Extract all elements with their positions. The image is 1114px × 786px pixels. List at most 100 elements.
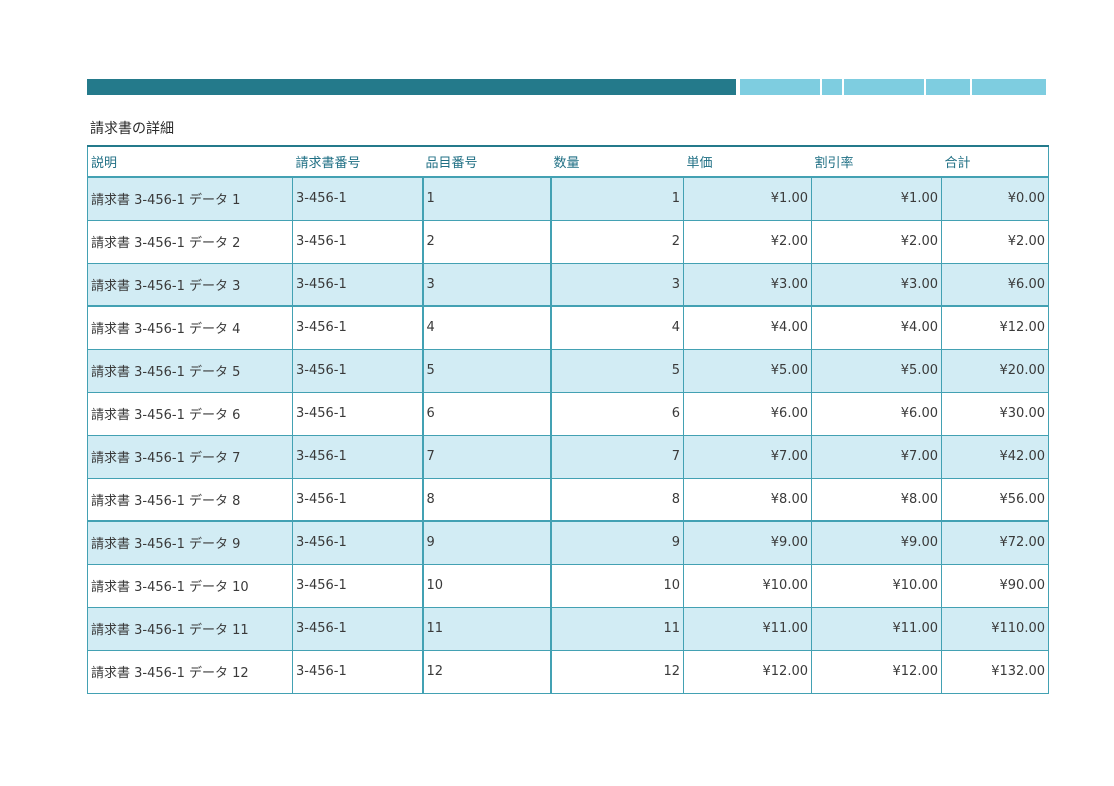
cell-invoice-number: 3-456-1 bbox=[292, 520, 423, 565]
cell-unit-price: ¥10.00 bbox=[683, 563, 812, 608]
section-title: 請求書の詳細 bbox=[90, 121, 174, 137]
table-row: 請求書 3-456-1 データ 9 3-456-1 9 9 ¥9.00 ¥9.0… bbox=[87, 520, 1049, 565]
cell-discount: ¥9.00 bbox=[811, 520, 942, 565]
header-bar-light-segment bbox=[926, 79, 970, 95]
cell-quantity: 2 bbox=[549, 219, 684, 264]
table-row: 請求書 3-456-1 データ 1 3-456-1 1 1 ¥1.00 ¥1.0… bbox=[87, 176, 1049, 221]
table-row: 請求書 3-456-1 データ 7 3-456-1 7 7 ¥7.00 ¥7.0… bbox=[87, 434, 1049, 479]
cell-item-number: 4 bbox=[421, 305, 551, 350]
cell-item-number: 2 bbox=[421, 219, 551, 264]
cell-discount: ¥5.00 bbox=[811, 348, 942, 393]
cell-discount: ¥8.00 bbox=[811, 477, 942, 522]
cell-quantity: 11 bbox=[549, 606, 684, 651]
cell-description: 請求書 3-456-1 データ 9 bbox=[87, 520, 293, 565]
cell-unit-price: ¥3.00 bbox=[683, 262, 812, 307]
table-header-row: 説明 請求書番号 品目番号 数量 単価 割引率 合計 bbox=[87, 145, 1049, 178]
cell-discount: ¥6.00 bbox=[811, 391, 942, 436]
column-header-description: 説明 bbox=[87, 145, 293, 178]
cell-discount: ¥7.00 bbox=[811, 434, 942, 479]
cell-description: 請求書 3-456-1 データ 7 bbox=[87, 434, 293, 479]
cell-total: ¥110.00 bbox=[941, 606, 1049, 651]
cell-quantity: 5 bbox=[549, 348, 684, 393]
column-header-unit-price: 単価 bbox=[683, 145, 812, 178]
table-row: 請求書 3-456-1 データ 4 3-456-1 4 4 ¥4.00 ¥4.0… bbox=[87, 305, 1049, 350]
cell-total: ¥42.00 bbox=[941, 434, 1049, 479]
cell-invoice-number: 3-456-1 bbox=[292, 348, 423, 393]
cell-invoice-number: 3-456-1 bbox=[292, 176, 423, 221]
cell-description: 請求書 3-456-1 データ 6 bbox=[87, 391, 293, 436]
cell-invoice-number: 3-456-1 bbox=[292, 391, 423, 436]
table-row: 請求書 3-456-1 データ 3 3-456-1 3 3 ¥3.00 ¥3.0… bbox=[87, 262, 1049, 307]
cell-total: ¥20.00 bbox=[941, 348, 1049, 393]
cell-description: 請求書 3-456-1 データ 10 bbox=[87, 563, 293, 608]
cell-unit-price: ¥7.00 bbox=[683, 434, 812, 479]
cell-quantity: 1 bbox=[549, 176, 684, 221]
cell-unit-price: ¥5.00 bbox=[683, 348, 812, 393]
cell-total: ¥2.00 bbox=[941, 219, 1049, 264]
cell-invoice-number: 3-456-1 bbox=[292, 649, 423, 694]
invoice-detail-table: 説明 請求書番号 品目番号 数量 単価 割引率 合計 請求書 3-456-1 デ… bbox=[87, 145, 1049, 694]
cell-item-number: 5 bbox=[421, 348, 551, 393]
cell-total: ¥0.00 bbox=[941, 176, 1049, 221]
cell-quantity: 3 bbox=[549, 262, 684, 307]
cell-quantity: 7 bbox=[549, 434, 684, 479]
cell-description: 請求書 3-456-1 データ 8 bbox=[87, 477, 293, 522]
cell-invoice-number: 3-456-1 bbox=[292, 434, 423, 479]
cell-discount: ¥2.00 bbox=[811, 219, 942, 264]
cell-discount: ¥11.00 bbox=[811, 606, 942, 651]
cell-unit-price: ¥9.00 bbox=[683, 520, 812, 565]
cell-item-number: 7 bbox=[421, 434, 551, 479]
cell-quantity: 6 bbox=[549, 391, 684, 436]
cell-unit-price: ¥11.00 bbox=[683, 606, 812, 651]
cell-total: ¥30.00 bbox=[941, 391, 1049, 436]
cell-discount: ¥1.00 bbox=[811, 176, 942, 221]
table-row: 請求書 3-456-1 データ 5 3-456-1 5 5 ¥5.00 ¥5.0… bbox=[87, 348, 1049, 393]
cell-item-number: 12 bbox=[421, 649, 551, 694]
cell-invoice-number: 3-456-1 bbox=[292, 219, 423, 264]
cell-quantity: 12 bbox=[549, 649, 684, 694]
header-bar-light-segment bbox=[822, 79, 842, 95]
column-header-invoice-number: 請求書番号 bbox=[292, 145, 423, 178]
header-bar-light-segment bbox=[740, 79, 820, 95]
cell-total: ¥90.00 bbox=[941, 563, 1049, 608]
cell-unit-price: ¥1.00 bbox=[683, 176, 812, 221]
cell-invoice-number: 3-456-1 bbox=[292, 305, 423, 350]
cell-description: 請求書 3-456-1 データ 2 bbox=[87, 219, 293, 264]
cell-unit-price: ¥6.00 bbox=[683, 391, 812, 436]
column-header-item-number: 品目番号 bbox=[422, 145, 551, 178]
cell-discount: ¥12.00 bbox=[811, 649, 942, 694]
cell-unit-price: ¥2.00 bbox=[683, 219, 812, 264]
cell-quantity: 9 bbox=[549, 520, 684, 565]
cell-discount: ¥10.00 bbox=[811, 563, 942, 608]
cell-unit-price: ¥12.00 bbox=[683, 649, 812, 694]
cell-quantity: 10 bbox=[549, 563, 684, 608]
cell-description: 請求書 3-456-1 データ 12 bbox=[87, 649, 293, 694]
cell-invoice-number: 3-456-1 bbox=[292, 477, 423, 522]
cell-total: ¥72.00 bbox=[941, 520, 1049, 565]
cell-total: ¥132.00 bbox=[941, 649, 1049, 694]
cell-invoice-number: 3-456-1 bbox=[292, 262, 423, 307]
cell-description: 請求書 3-456-1 データ 11 bbox=[87, 606, 293, 651]
cell-description: 請求書 3-456-1 データ 1 bbox=[87, 176, 293, 221]
cell-description: 請求書 3-456-1 データ 3 bbox=[87, 262, 293, 307]
cell-unit-price: ¥4.00 bbox=[683, 305, 812, 350]
cell-item-number: 9 bbox=[421, 520, 551, 565]
header-bar-light-segment bbox=[972, 79, 1046, 95]
table-row: 請求書 3-456-1 データ 10 3-456-1 10 10 ¥10.00 … bbox=[87, 563, 1049, 608]
cell-discount: ¥4.00 bbox=[811, 305, 942, 350]
cell-item-number: 10 bbox=[421, 563, 551, 608]
cell-item-number: 3 bbox=[421, 262, 551, 307]
cell-quantity: 8 bbox=[549, 477, 684, 522]
header-bar-light-segment bbox=[844, 79, 924, 95]
cell-item-number: 8 bbox=[421, 477, 551, 522]
table-row: 請求書 3-456-1 データ 11 3-456-1 11 11 ¥11.00 … bbox=[87, 606, 1049, 651]
cell-description: 請求書 3-456-1 データ 4 bbox=[87, 305, 293, 350]
table-row: 請求書 3-456-1 データ 12 3-456-1 12 12 ¥12.00 … bbox=[87, 649, 1049, 694]
cell-total: ¥12.00 bbox=[941, 305, 1049, 350]
cell-description: 請求書 3-456-1 データ 5 bbox=[87, 348, 293, 393]
table-row: 請求書 3-456-1 データ 2 3-456-1 2 2 ¥2.00 ¥2.0… bbox=[87, 219, 1049, 264]
table-row: 請求書 3-456-1 データ 8 3-456-1 8 8 ¥8.00 ¥8.0… bbox=[87, 477, 1049, 522]
cell-total: ¥56.00 bbox=[941, 477, 1049, 522]
cell-item-number: 6 bbox=[421, 391, 551, 436]
cell-item-number: 1 bbox=[421, 176, 551, 221]
